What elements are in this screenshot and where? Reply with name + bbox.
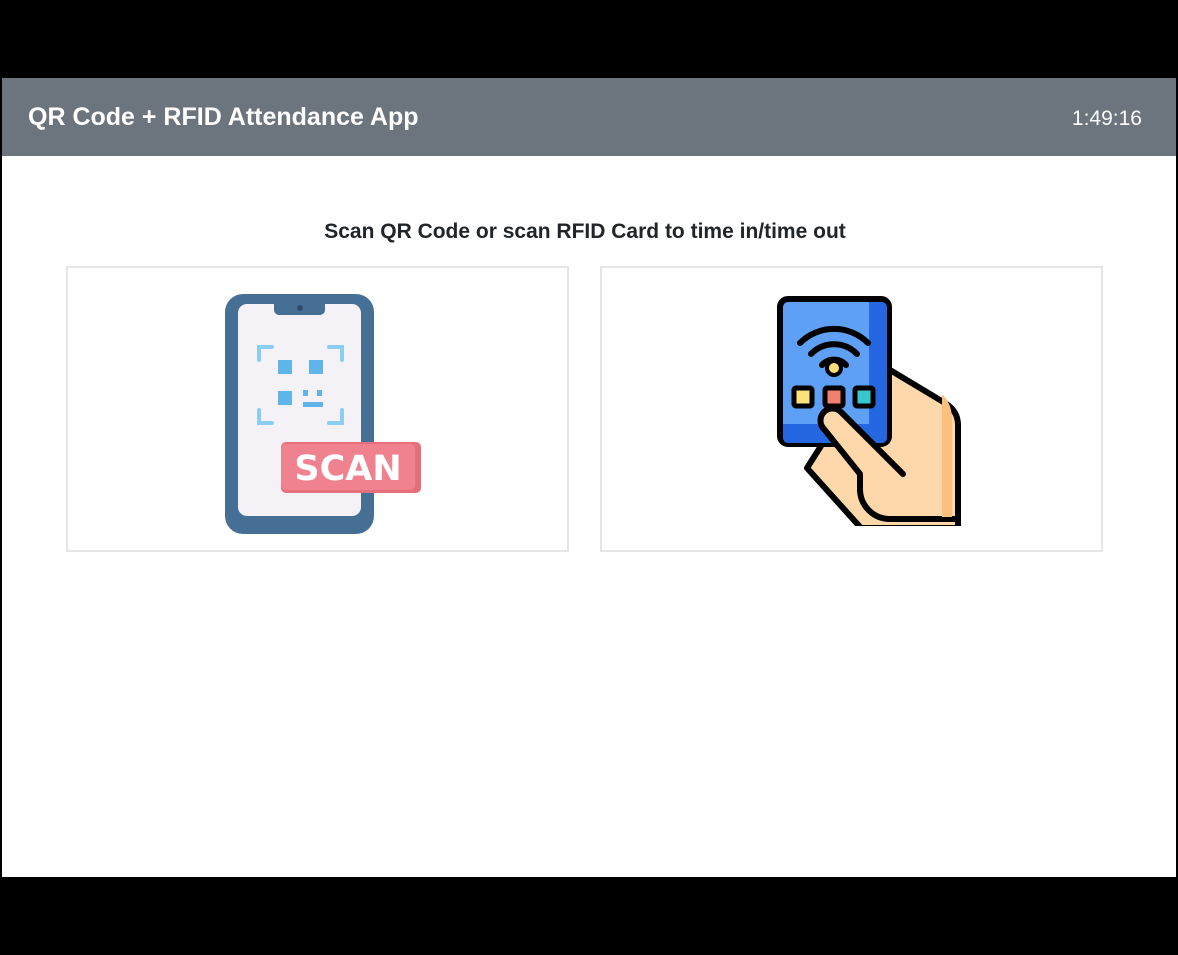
top-navbar: QR Code + RFID Attendance App 1:49:16: [2, 78, 1176, 156]
qr-scan-phone-icon: SCAN: [225, 294, 421, 534]
app-window: QR Code + RFID Attendance App 1:49:16 Sc…: [2, 78, 1176, 877]
rfid-card-hand-icon: [777, 296, 961, 526]
scan-badge-text: SCAN: [294, 449, 401, 489]
app-title[interactable]: QR Code + RFID Attendance App: [28, 101, 419, 133]
rfid-scan-card[interactable]: [600, 266, 1103, 552]
clock: 1:49:16: [1071, 107, 1142, 130]
qr-scan-card[interactable]: SCAN: [66, 266, 569, 552]
instruction-text: Scan QR Code or scan RFID Card to time i…: [324, 220, 846, 243]
